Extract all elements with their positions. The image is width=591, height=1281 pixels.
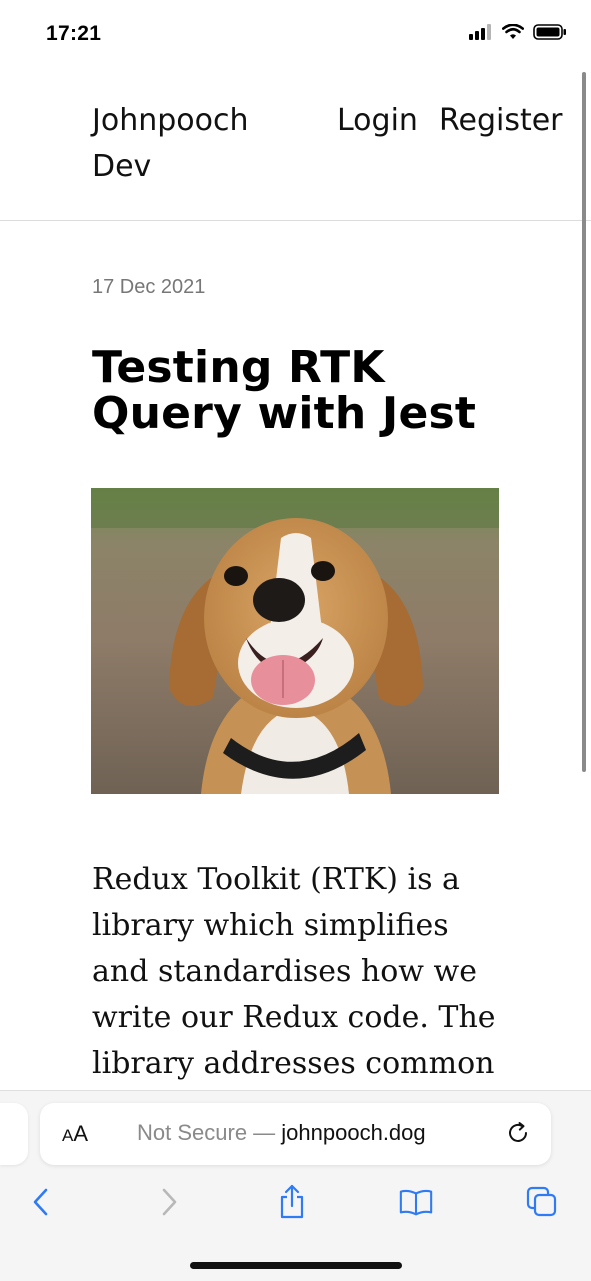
status-bar: 17:21	[0, 0, 591, 70]
tabs-icon	[526, 1186, 557, 1217]
site-brand-link[interactable]: Johnpooch Dev	[92, 98, 292, 190]
wifi-icon	[502, 24, 524, 39]
tabs-button[interactable]	[524, 1184, 560, 1220]
url-domain: johnpooch.dog	[281, 1120, 426, 1145]
site-header: Johnpooch Dev Login Register	[0, 70, 591, 221]
status-time: 17:21	[46, 22, 102, 45]
share-button[interactable]	[274, 1184, 310, 1220]
aa-small-label: A	[62, 1126, 74, 1145]
url-display[interactable]: Not Secure — johnpooch.dog	[137, 1120, 426, 1146]
login-link[interactable]: Login	[337, 98, 418, 144]
address-bar[interactable]: AA Not Secure — johnpooch.dog	[40, 1103, 551, 1165]
aa-large-label: A	[73, 1121, 89, 1146]
post-date: 17 Dec 2021	[92, 276, 206, 298]
forward-icon	[162, 1188, 177, 1216]
cellular-signal-icon	[469, 24, 491, 40]
previous-tab-preview[interactable]	[0, 1103, 28, 1165]
reader-options-button[interactable]: AA	[62, 1121, 88, 1147]
bookmarks-button[interactable]	[398, 1184, 434, 1220]
share-icon	[280, 1184, 304, 1219]
register-link[interactable]: Register	[439, 98, 563, 144]
back-button[interactable]	[23, 1184, 59, 1220]
page-scrollbar[interactable]	[582, 72, 586, 772]
battery-icon	[533, 24, 566, 40]
reload-icon[interactable]	[505, 1120, 531, 1146]
url-security-label: Not Secure —	[137, 1120, 282, 1145]
post-title: Testing RTK Query with Jest	[92, 342, 477, 439]
status-icons	[469, 24, 567, 40]
home-indicator[interactable]	[190, 1262, 402, 1269]
back-icon	[33, 1188, 48, 1216]
post-image	[91, 488, 499, 794]
forward-button[interactable]	[151, 1184, 187, 1220]
beagle-photo	[91, 488, 499, 794]
bookmarks-icon	[399, 1189, 433, 1216]
